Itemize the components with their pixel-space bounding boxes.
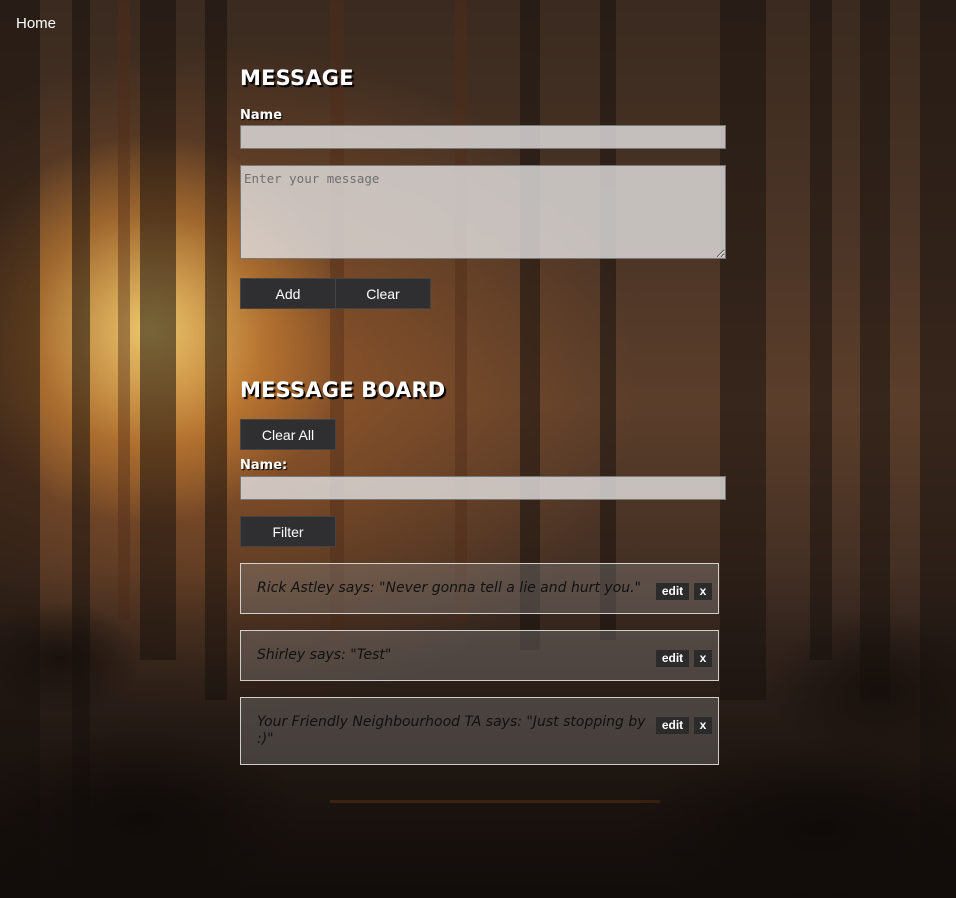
name-input[interactable] [240, 125, 726, 149]
edit-button[interactable]: edit [656, 650, 689, 667]
add-button[interactable]: Add [240, 278, 336, 309]
filter-button[interactable]: Filter [240, 516, 336, 547]
filter-name-label: Name: [240, 458, 288, 473]
name-label: Name [240, 108, 283, 123]
clear-all-button[interactable]: Clear All [240, 419, 336, 450]
nav-home-link[interactable]: Home [16, 15, 56, 32]
delete-button[interactable]: x [694, 650, 712, 667]
message-card: Your Friendly Neighbourhood TA says: "Ju… [240, 697, 719, 765]
delete-button[interactable]: x [694, 583, 712, 600]
edit-button[interactable]: edit [656, 583, 689, 600]
delete-button[interactable]: x [694, 717, 712, 734]
message-text: Shirley says: "Test" [257, 647, 392, 663]
message-text: Rick Astley says: "Never gonna tell a li… [257, 580, 641, 596]
message-card: Shirley says: "Test" edit x [240, 630, 719, 681]
edit-button[interactable]: edit [656, 717, 689, 734]
message-section-title: MESSAGE [240, 66, 354, 90]
message-textarea[interactable] [240, 165, 726, 259]
clear-button[interactable]: Clear [335, 278, 431, 309]
message-card: Rick Astley says: "Never gonna tell a li… [240, 563, 719, 614]
message-text: Your Friendly Neighbourhood TA says: "Ju… [257, 714, 646, 747]
filter-name-input[interactable] [240, 476, 726, 500]
message-board-title: MESSAGE BOARD [240, 378, 446, 402]
